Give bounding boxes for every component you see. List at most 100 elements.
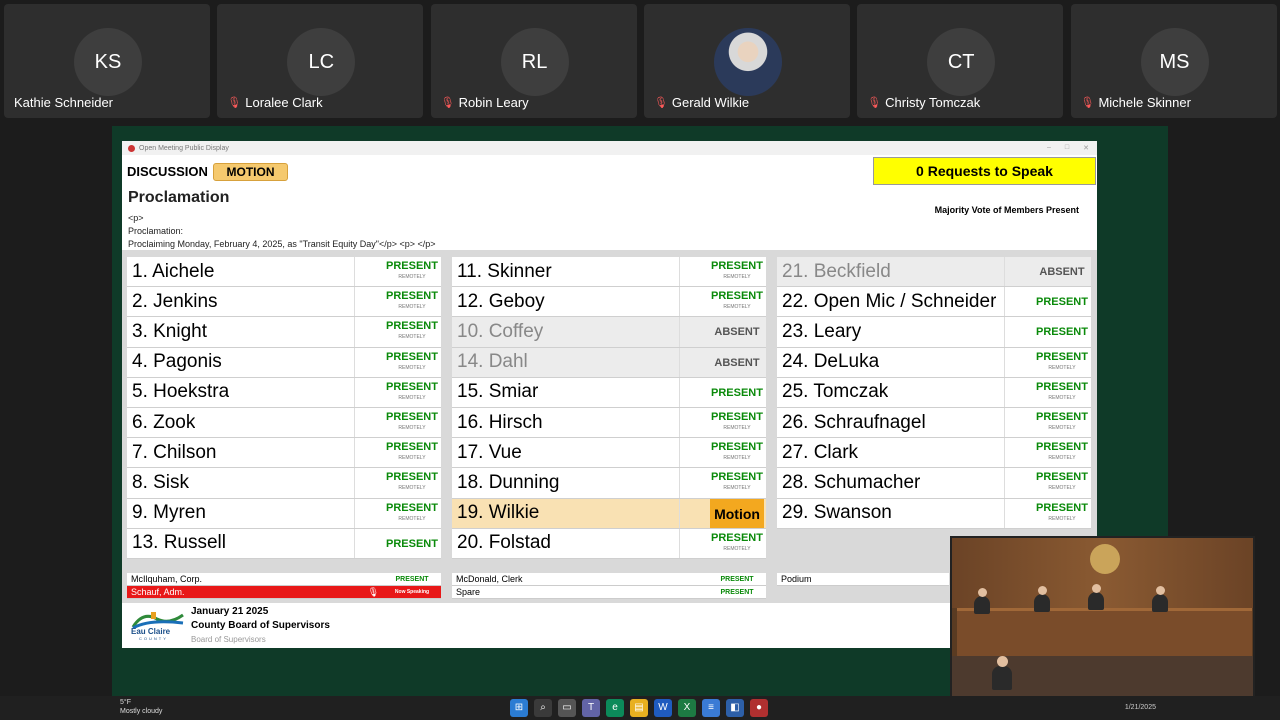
participant-tile[interactable]: MS 🎙 Michele Skinner [1070, 4, 1277, 118]
member-name: 7. Chilson [132, 441, 217, 463]
status-label: PRESENT [711, 386, 763, 399]
staff-row: McDonald, Clerk PRESENT [452, 573, 766, 586]
row-divider [354, 317, 355, 347]
remote-label: REMOTELY [398, 274, 426, 280]
file-explorer-icon[interactable]: ▤ [630, 699, 648, 717]
status-label: ABSENT [714, 356, 760, 369]
member-status: PRESENT REMOTELY [710, 287, 764, 316]
staff-name: Schauf, Adm. [131, 587, 185, 597]
minimize-icon[interactable]: – [1047, 144, 1051, 152]
member-row: 29. Swanson PRESENT REMOTELY [777, 498, 1091, 529]
weather-widget[interactable]: 5°F Mostly cloudy [120, 698, 162, 716]
member-status: PRESENT REMOTELY [710, 408, 764, 437]
member-status: PRESENT REMOTELY [1035, 438, 1089, 467]
meeting-app-icon[interactable]: ● [750, 699, 768, 717]
member-status: ABSENT [710, 348, 764, 377]
row-divider [679, 528, 680, 558]
participant-name: Gerald Wilkie [671, 95, 750, 110]
teams-icon[interactable]: T [582, 699, 600, 717]
room-camera-feed[interactable] [950, 536, 1255, 704]
staff-name: McDonald, Clerk [456, 574, 523, 584]
agenda-item-text: <p> Proclamation: Proclaiming Monday, Fe… [128, 213, 436, 249]
notepad-icon[interactable]: ≡ [702, 699, 720, 717]
search-icon[interactable]: ⌕ [534, 699, 552, 717]
start-icon[interactable]: ⊞ [510, 699, 528, 717]
status-label: PRESENT [1036, 326, 1088, 339]
board-subtitle: Board of Supervisors [191, 635, 266, 644]
person-head [978, 588, 987, 597]
member-name: 9. Myren [132, 502, 206, 524]
participant-name: Robin Leary [458, 95, 529, 110]
county-seal [1090, 544, 1120, 574]
status-label: PRESENT [386, 471, 438, 484]
excel-icon[interactable]: X [678, 699, 696, 717]
participant-name: Christy Tomczak [885, 95, 981, 110]
maximize-icon[interactable]: □ [1065, 144, 1069, 152]
member-row: 7. Chilson PRESENT REMOTELY [127, 438, 441, 469]
participant-tile[interactable]: CT 🎙 Christy Tomczak [857, 4, 1064, 118]
participant-tile[interactable]: LC 🎙 Loralee Clark [217, 4, 424, 118]
row-divider [679, 377, 680, 407]
staff-row-speaking: Schauf, Adm. 🎙 Now Speaking [127, 586, 441, 599]
row-divider [1004, 287, 1005, 317]
member-row: 27. Clark PRESENT REMOTELY [777, 438, 1091, 469]
member-row: 24. DeLuka PRESENT REMOTELY [777, 347, 1091, 378]
participant-tile[interactable]: KS Kathie Schneider [4, 4, 210, 118]
remote-label: REMOTELY [1048, 364, 1076, 371]
row-divider [354, 287, 355, 317]
word-icon[interactable]: W [654, 699, 672, 717]
status-label: PRESENT [386, 380, 438, 393]
status-label: PRESENT [386, 350, 438, 363]
member-name: 8. Sisk [132, 471, 190, 493]
member-name: 13. Russell [132, 532, 226, 554]
tab-discussion[interactable]: DISCUSSION [127, 164, 208, 179]
status-label: PRESENT [711, 290, 763, 303]
member-name: 20. Folstad [457, 532, 551, 554]
agenda-item-title: Proclamation [128, 189, 230, 206]
member-row: 12. Geboy PRESENT REMOTELY [452, 287, 766, 318]
roster-column-2: 11. Skinner PRESENT REMOTELY 12. Geboy PRESE… [452, 257, 766, 559]
edge-icon[interactable]: e [606, 699, 624, 717]
taskbar-date: 1/21/2025 [1124, 704, 1156, 711]
member-row: 28. Schumacher PRESENT REMOTELY [777, 468, 1091, 499]
member-status: PRESENT REMOTELY [385, 468, 439, 497]
staff-status: PRESENT [395, 575, 429, 583]
taskbar: 5°F Mostly cloudy ⊞ ⌕ ▭ T e ▤ W X ≡ ◧ ● … [0, 696, 1280, 720]
member-status: PRESENT REMOTELY [385, 408, 439, 437]
mic-muted-icon: 🎙 [1080, 97, 1095, 109]
member-status: PRESENT [1035, 287, 1089, 316]
tab-motion[interactable]: MOTION [213, 163, 288, 181]
status-label: PRESENT [711, 471, 763, 484]
participant-tile[interactable]: RL 🎙 Robin Leary [430, 4, 637, 118]
staff-row: McIlquham, Corp. PRESENT [127, 573, 441, 586]
status-label: PRESENT [1036, 471, 1088, 484]
person-figure [1034, 594, 1050, 612]
close-icon[interactable]: ✕ [1083, 144, 1089, 152]
member-row: 3. Knight PRESENT REMOTELY [127, 317, 441, 348]
row-divider [1004, 317, 1005, 347]
member-row: 23. Leary PRESENT [777, 317, 1091, 348]
member-status: PRESENT [710, 378, 764, 407]
county-logo: Eau Claire COUNTY [129, 609, 187, 643]
member-row: 6. Zook PRESENT REMOTELY [127, 407, 441, 439]
participant-name: Loralee Clark [245, 95, 323, 110]
member-status: PRESENT REMOTELY [1035, 348, 1089, 377]
status-label: PRESENT [386, 290, 438, 303]
remote-label: REMOTELY [398, 364, 426, 371]
participant-tile[interactable]: 🎙 Gerald Wilkie [643, 4, 850, 118]
member-row: 8. Sisk PRESENT REMOTELY [127, 468, 441, 499]
member-row: 20. Folstad PRESENT REMOTELY [452, 528, 766, 559]
remote-label: REMOTELY [398, 515, 426, 522]
remote-desktop-icon[interactable]: ◧ [726, 699, 744, 717]
window-controls: – □ ✕ [1047, 144, 1097, 152]
row-divider [1004, 438, 1005, 468]
person-head [1092, 584, 1101, 593]
status-label: PRESENT [1036, 380, 1088, 393]
member-status: PRESENT REMOTELY [710, 438, 764, 467]
member-row: 18. Dunning PRESENT REMOTELY [452, 468, 766, 499]
member-name: 29. Swanson [782, 502, 892, 524]
remote-label: REMOTELY [398, 424, 426, 431]
member-status: PRESENT REMOTELY [385, 257, 439, 286]
task-view-icon[interactable]: ▭ [558, 699, 576, 717]
member-status: PRESENT REMOTELY [385, 317, 439, 346]
